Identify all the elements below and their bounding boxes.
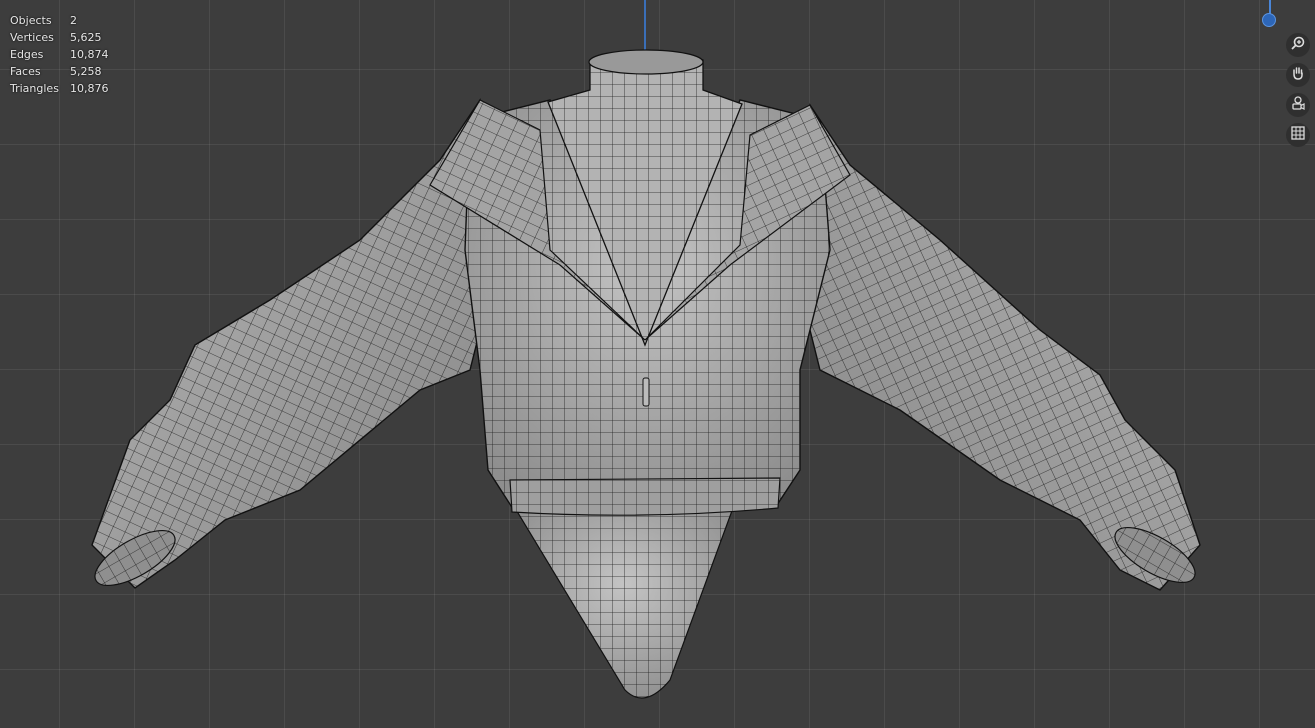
pan-button[interactable] <box>1286 63 1310 87</box>
stat-value: 5,625 <box>70 31 102 44</box>
stat-label: Vertices <box>10 31 54 44</box>
zipper <box>642 377 650 407</box>
zoom-icon <box>1290 35 1306 55</box>
stat-label: Objects <box>10 14 52 27</box>
jacket-mesh[interactable] <box>0 0 1315 728</box>
zoom-button[interactable] <box>1286 33 1310 57</box>
stat-row-edges: Edges 10,874 <box>10 46 109 63</box>
stat-row-vertices: Vertices 5,625 <box>10 29 109 46</box>
camera-view-icon <box>1290 95 1306 115</box>
stat-value: 5,258 <box>70 65 102 78</box>
stat-row-triangles: Triangles 10,876 <box>10 80 109 97</box>
right-sleeve <box>789 103 1201 591</box>
stat-label: Edges <box>10 48 44 61</box>
stat-label: Faces <box>10 65 41 78</box>
hand-pan-icon <box>1290 65 1306 85</box>
stat-value: 2 <box>70 14 77 27</box>
stat-value: 10,876 <box>70 82 109 95</box>
camera-view-button[interactable] <box>1286 93 1310 117</box>
stat-row-objects: Objects 2 <box>10 12 109 29</box>
statistics-overlay: Objects 2 Vertices 5,625 Edges 10,874 Fa… <box>10 12 109 97</box>
stat-row-faces: Faces 5,258 <box>10 63 109 80</box>
navigation-gizmo-z-axis[interactable] <box>1262 13 1276 27</box>
orthographic-toggle-button[interactable] <box>1286 123 1310 147</box>
orthographic-grid-icon <box>1290 125 1306 145</box>
3d-viewport[interactable]: Objects 2 Vertices 5,625 Edges 10,874 Fa… <box>0 0 1315 728</box>
stat-value: 10,874 <box>70 48 109 61</box>
stat-label: Triangles <box>10 82 59 95</box>
bodysuit-bottom <box>513 507 734 699</box>
